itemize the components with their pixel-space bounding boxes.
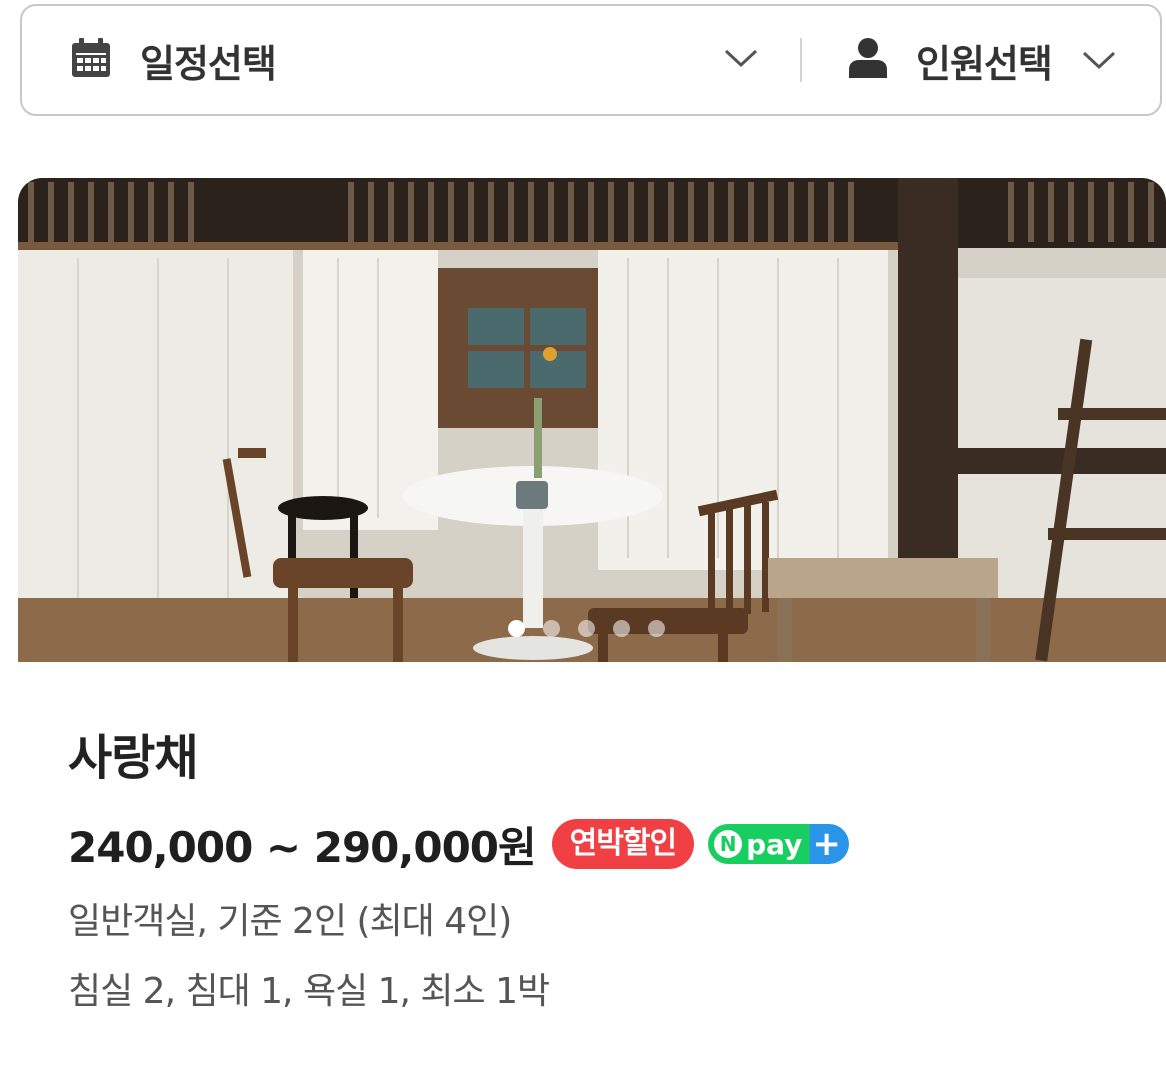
chevron-down-icon [724,48,758,72]
carousel-dot[interactable] [648,620,665,637]
people-select-label: 인원선택 [916,41,1053,86]
price-row: 240,000 ~ 290,000원 연박할인 N pay + [68,812,1128,876]
plus-icon: + [812,824,841,864]
date-select-button[interactable]: 일정선택 [22,6,800,114]
price-range: 240,000 ~ 290,000원 [68,822,537,872]
booking-selector-bar: 일정선택 인원선택 [20,4,1162,116]
room-capacity-info: 일반객실, 기준 2인 (최대 4인) [68,901,512,942]
carousel-dot[interactable] [578,620,595,637]
carousel-dot[interactable] [613,620,630,637]
room-name[interactable]: 사랑채 [68,726,1128,790]
calendar-icon [70,37,112,83]
people-select-button[interactable]: 인원선택 [802,6,1160,114]
npay-text: pay [746,827,803,861]
npay-plus-badge: N pay + [708,824,849,864]
room-info: 사랑채 240,000 ~ 290,000원 연박할인 N pay + 일반객실… [68,726,1128,1022]
date-select-label: 일정선택 [140,41,277,86]
chevron-down-icon [1082,50,1116,74]
room-photo[interactable] [18,178,1166,662]
carousel-dot[interactable] [543,620,560,637]
room-card[interactable]: 사랑채 240,000 ~ 290,000원 연박할인 N pay + 일반객실… [18,178,1166,1065]
person-icon [848,37,888,83]
carousel-indicator [508,620,665,637]
consecutive-stay-discount-badge: 연박할인 [551,819,695,869]
room-facilities-info: 침실 2, 침대 1, 욕실 1, 최소 1박 [68,971,550,1012]
npay-n-icon: N [714,830,743,858]
carousel-dot[interactable] [508,620,525,637]
